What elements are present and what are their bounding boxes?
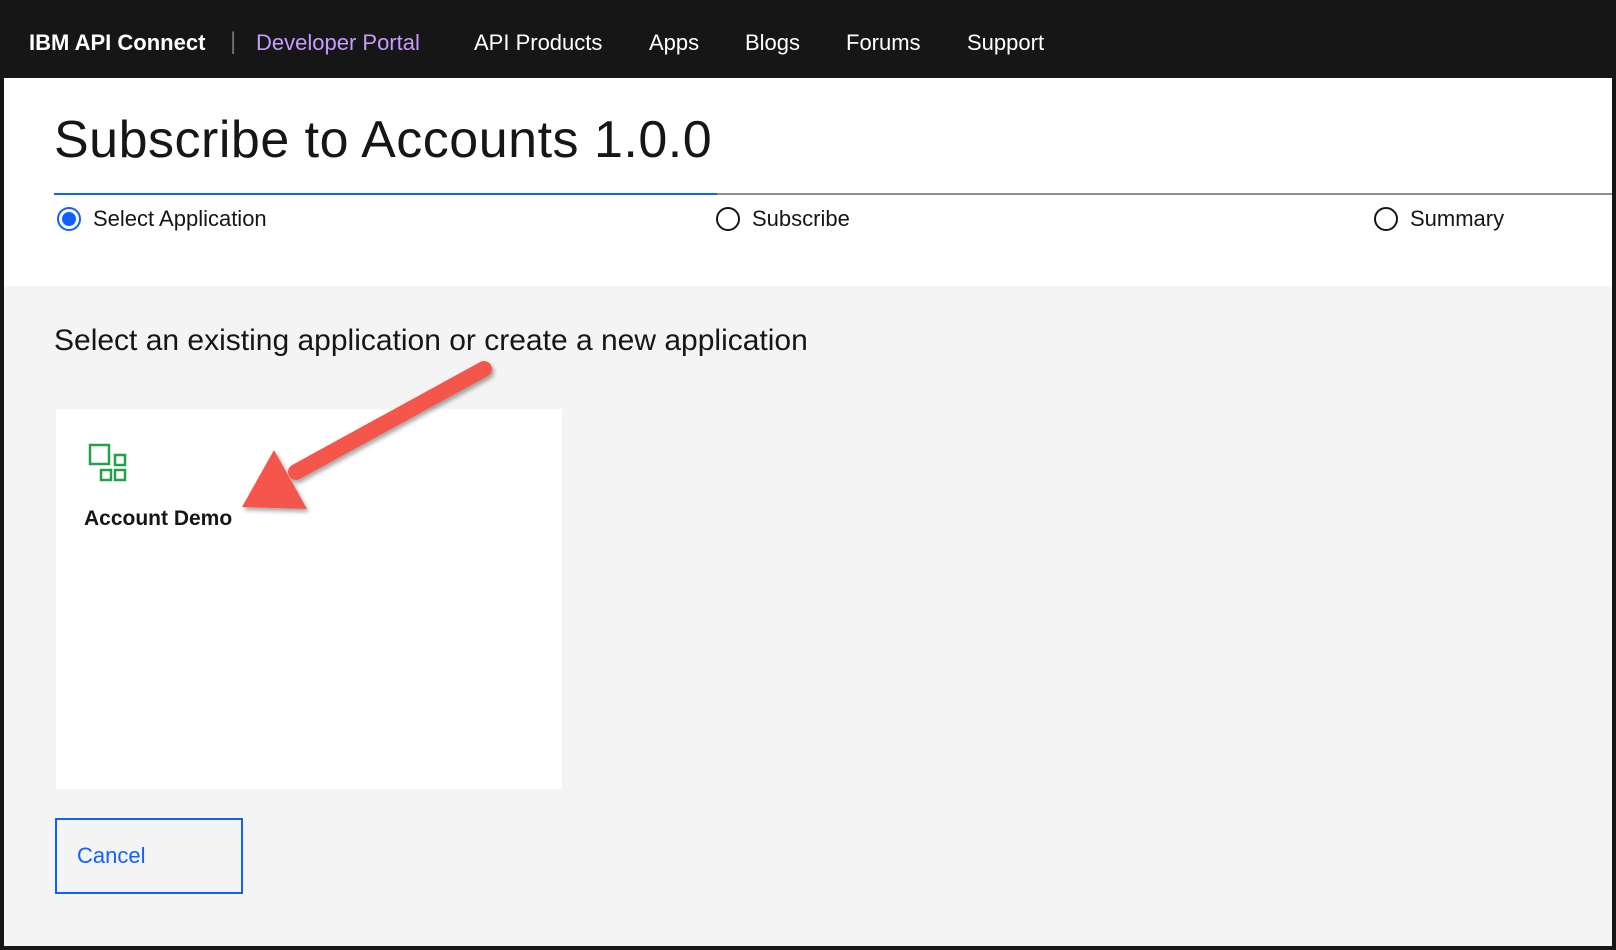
brand-separator: |: [230, 28, 237, 55]
progress-complete-bar: [54, 193, 717, 195]
top-navigation: IBM API Connect | Developer Portal API P…: [4, 4, 1612, 78]
step-label: Subscribe: [752, 206, 850, 231]
app-name: Account Demo: [84, 507, 233, 530]
nav-link-api-products[interactable]: API Products: [474, 30, 602, 56]
nav-link-support[interactable]: Support: [967, 30, 1044, 56]
step-summary[interactable]: Summary: [1374, 206, 1504, 232]
step-label: Select Application: [93, 206, 267, 231]
nav-link-forums[interactable]: Forums: [846, 30, 921, 56]
app-frame: IBM API Connect | Developer Portal API P…: [4, 4, 1612, 946]
nav-link-apps[interactable]: Apps: [649, 30, 699, 56]
app-tile-account-demo[interactable]: Account Demo: [56, 409, 562, 789]
page-header: Subscribe to Accounts 1.0.0 Select Appli…: [4, 78, 1612, 286]
step-select-application[interactable]: Select Application: [57, 206, 267, 232]
step-radio-icon: [716, 207, 740, 231]
brand-name[interactable]: IBM API Connect: [29, 30, 205, 56]
section-title: Select an existing application or create…: [54, 324, 808, 357]
page-title: Subscribe to Accounts 1.0.0: [54, 111, 713, 169]
developer-portal-link[interactable]: Developer Portal: [256, 30, 420, 56]
nav-link-blogs[interactable]: Blogs: [745, 30, 800, 56]
application-icon: [88, 443, 127, 482]
step-subscribe[interactable]: Subscribe: [716, 206, 850, 232]
step-label: Summary: [1410, 206, 1505, 231]
progress-remaining-bar: [717, 193, 1612, 195]
step-active-radio-icon: [57, 207, 81, 231]
step-radio-icon: [1374, 207, 1398, 231]
cancel-button[interactable]: Cancel: [55, 818, 243, 894]
